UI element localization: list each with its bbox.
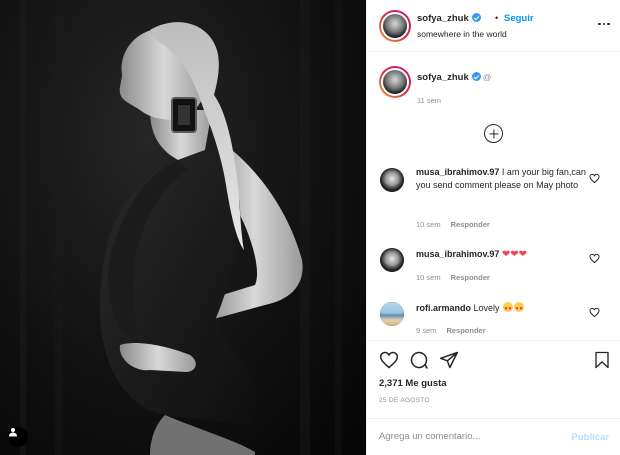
comment-username[interactable]: rofi.armando (416, 303, 471, 313)
heart-eyes-emoji-icon (503, 302, 514, 316)
comment-text: musa_ibrahimov.97 I am your big fan,can … (416, 166, 596, 192)
reply-button[interactable]: Responder (451, 220, 490, 229)
comment-heart-icon[interactable] (589, 307, 600, 318)
comment-text: musa_ibrahimov.97 ❤❤❤ (416, 248, 596, 261)
follow-button[interactable]: Seguir (504, 13, 534, 24)
share-icon[interactable] (439, 350, 459, 370)
location-link[interactable]: somewhere in the world (417, 29, 507, 39)
like-count[interactable]: 2,371 Me gusta (379, 378, 447, 389)
comment-avatar[interactable] (380, 168, 404, 192)
post-date[interactable]: 25 DE AGOSTO (379, 397, 430, 404)
heart-eyes-emoji-icon (514, 302, 525, 316)
comment-body: ❤❤❤ (501, 249, 528, 260)
photo-artwork (20, 0, 342, 455)
verified-icon (471, 72, 481, 81)
comment-time[interactable]: 9 sem (416, 326, 436, 335)
comment-body: Lovely (473, 303, 500, 313)
heart-icon[interactable] (379, 350, 399, 370)
comment-icon[interactable] (409, 350, 429, 370)
load-more-comments-icon[interactable] (484, 124, 503, 143)
caption-time[interactable]: 11 sem (417, 96, 441, 105)
save-icon[interactable] (593, 350, 611, 370)
comment-time[interactable]: 10 sem (416, 273, 441, 282)
mention-icon: @ (482, 72, 492, 82)
reply-button[interactable]: Responder (451, 273, 490, 282)
comment-heart-icon[interactable] (589, 173, 600, 184)
post-photo[interactable] (0, 0, 366, 455)
author-avatar[interactable] (379, 10, 411, 42)
post-actions: 2,371 Me gusta 25 DE AGOSTO Publicar (367, 340, 620, 455)
post-comment-button[interactable]: Publicar (572, 432, 610, 443)
comment-avatar[interactable] (380, 302, 404, 326)
separator-dot: • (495, 13, 499, 23)
comment-time[interactable]: 10 sem (416, 220, 441, 229)
post-side-panel: sofya_zhuk • Seguir somewhere in the wor… (366, 0, 620, 455)
add-comment-bar: Publicar (367, 418, 620, 455)
comment-username[interactable]: musa_ibrahimov.97 (416, 167, 499, 177)
comment-meta: 9 sem Responder (416, 326, 486, 335)
comment-username[interactable]: musa_ibrahimov.97 (416, 249, 499, 259)
verified-icon (471, 13, 481, 22)
more-options-icon[interactable] (595, 17, 613, 31)
reply-button[interactable]: Responder (446, 326, 485, 335)
caption-username-text[interactable]: sofya_zhuk (417, 72, 469, 83)
post-header: sofya_zhuk • Seguir somewhere in the wor… (367, 0, 620, 52)
comment-text: rofi.armando Lovely (416, 302, 596, 316)
user-tag-icon[interactable] (8, 427, 28, 447)
caption-avatar[interactable] (379, 66, 411, 98)
caption-username[interactable]: sofya_zhuk @ (417, 72, 491, 83)
author-username-text[interactable]: sofya_zhuk (417, 13, 469, 24)
comment-meta: 10 sem Responder (416, 220, 490, 229)
author-username[interactable]: sofya_zhuk (417, 13, 481, 24)
comment-input[interactable] (379, 431, 559, 442)
comment-avatar[interactable] (380, 248, 404, 272)
comment-meta: 10 sem Responder (416, 273, 490, 282)
comment-heart-icon[interactable] (589, 253, 600, 264)
